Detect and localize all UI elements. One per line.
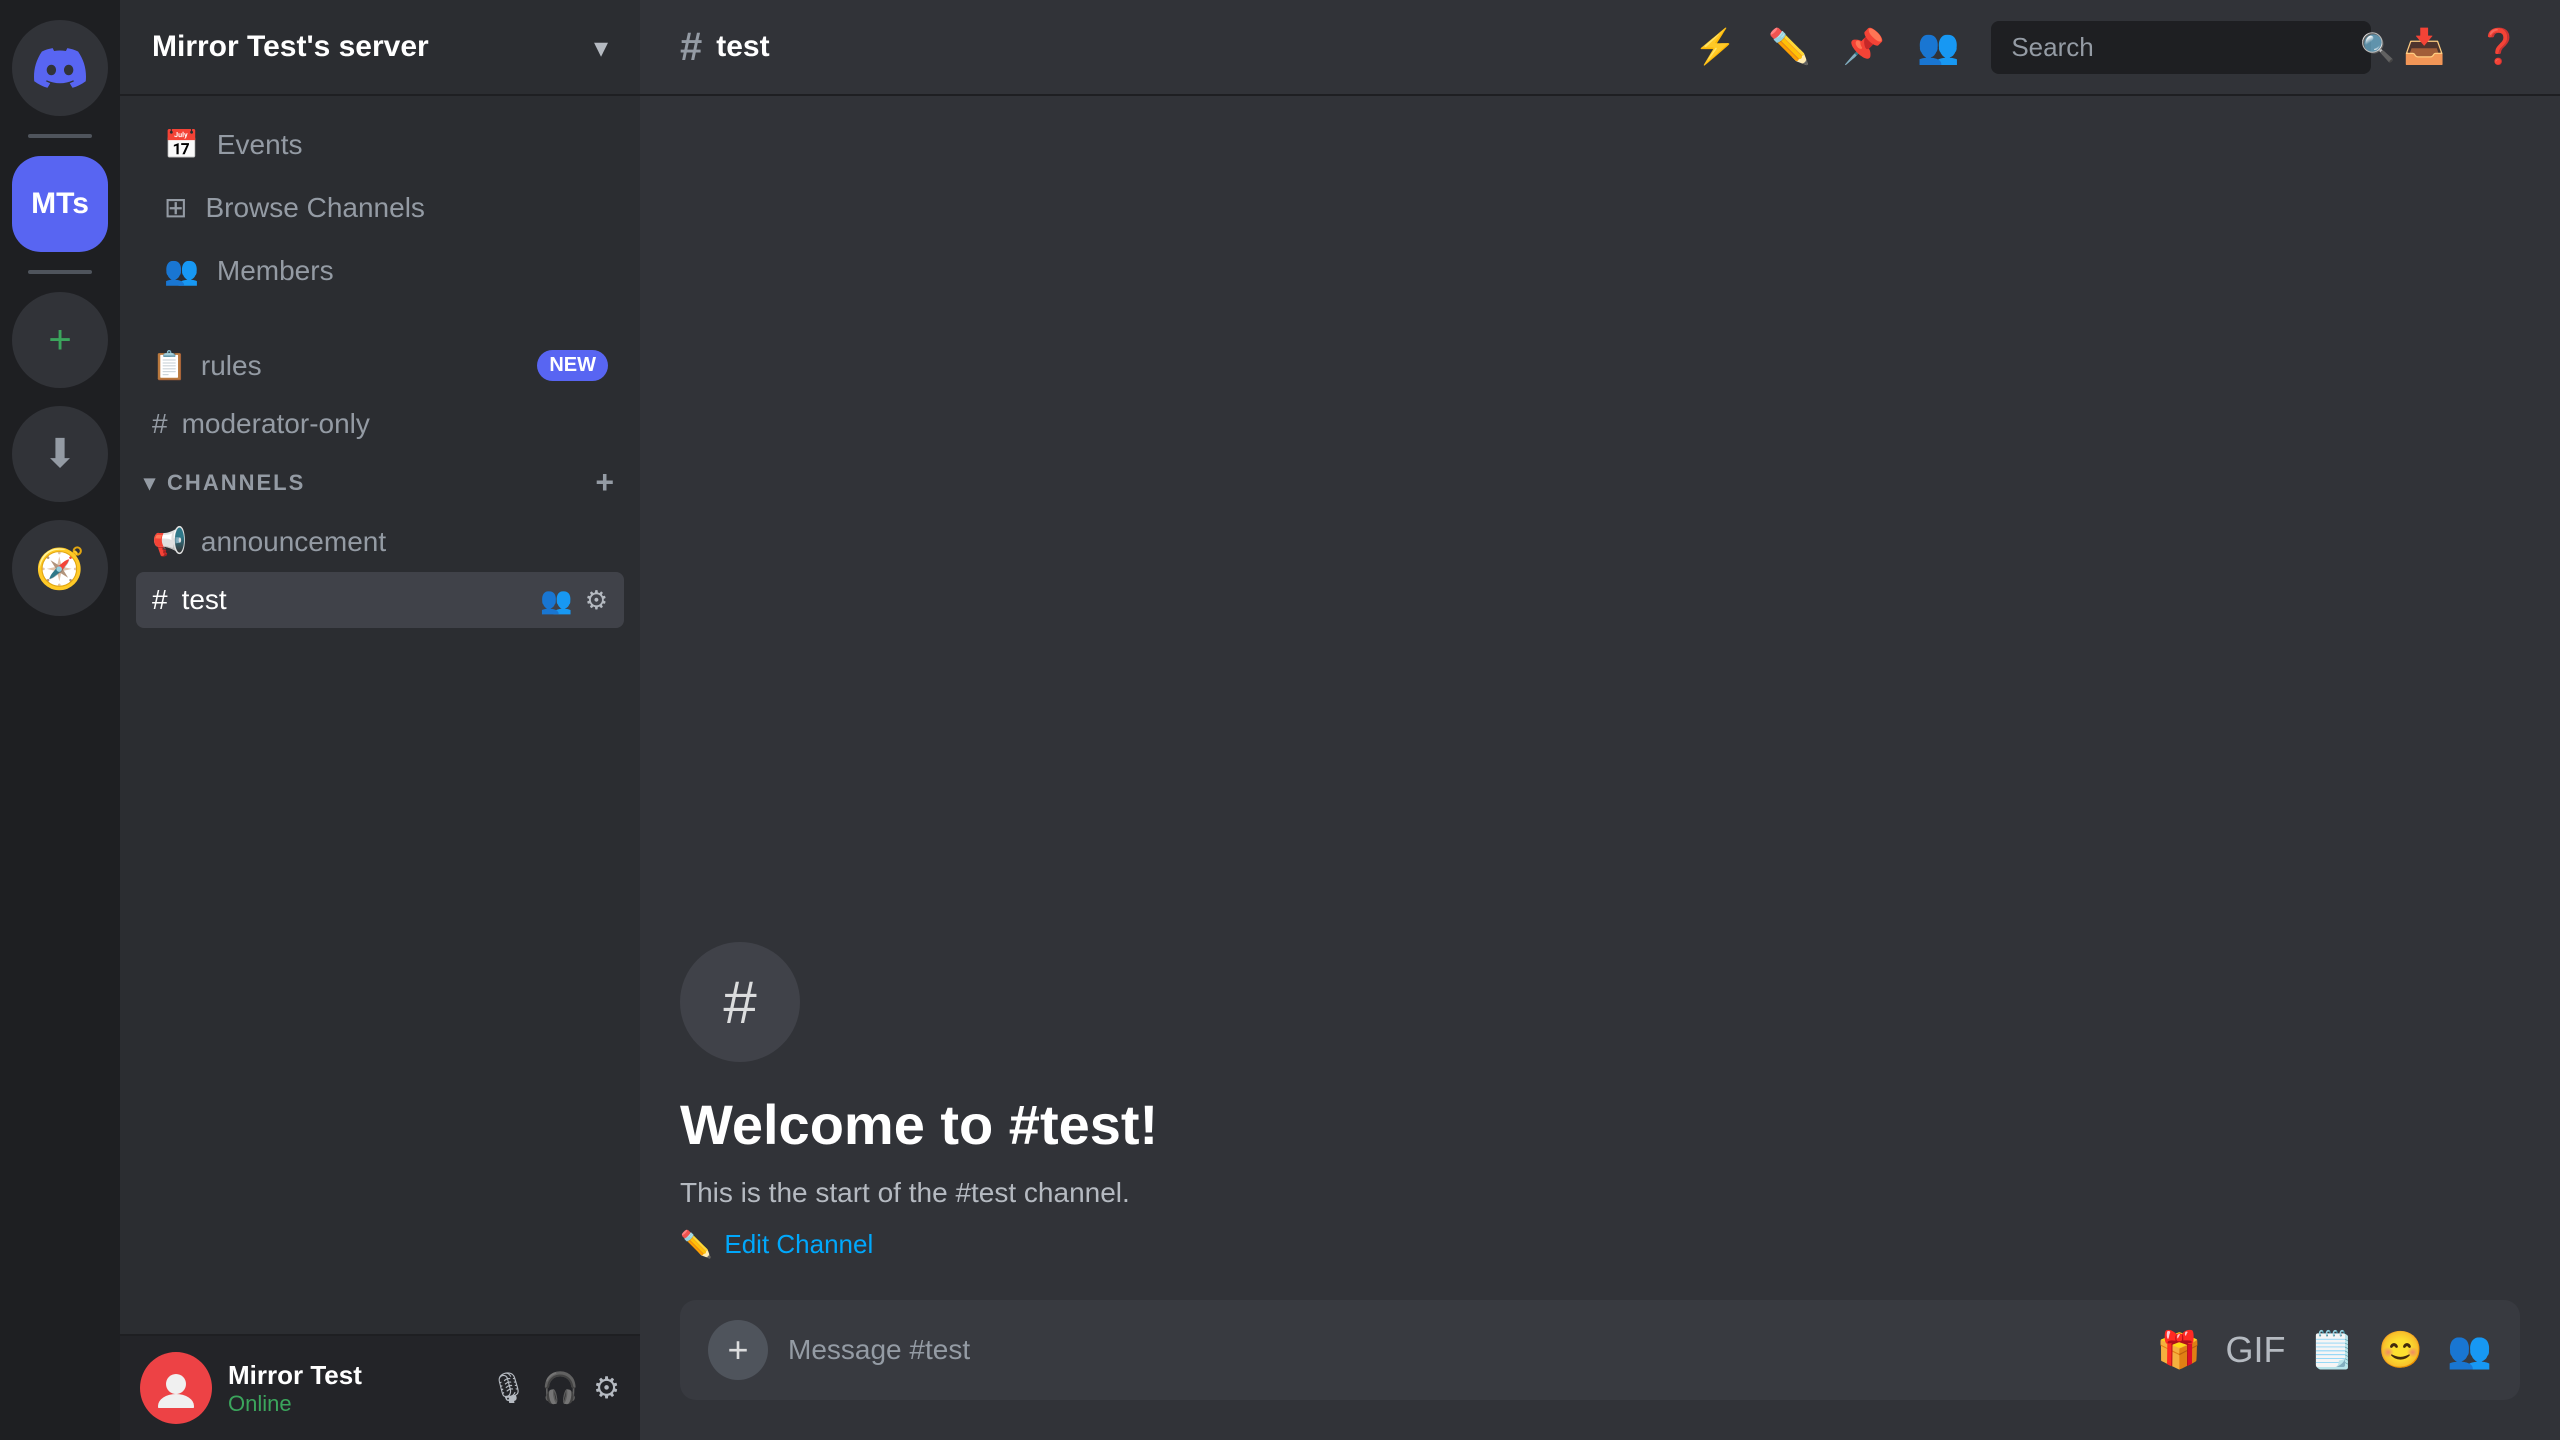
footer-status: Online (228, 1391, 474, 1417)
server-icon-mt[interactable]: MTs (12, 156, 108, 252)
help-icon[interactable]: ❓ (2478, 27, 2520, 67)
server-name-title: Mirror Test's server (152, 30, 578, 64)
channel-name-test: test (182, 584, 227, 616)
events-label: Events (217, 129, 303, 161)
server-initials: MTs (31, 187, 89, 221)
pin-icon[interactable]: 📌 (1843, 27, 1885, 67)
search-box[interactable]: 🔍 (1991, 21, 2371, 74)
channel-item-rules[interactable]: 📋 rules NEW (136, 337, 624, 394)
footer-username: Mirror Test (228, 1360, 474, 1391)
channel-actions: 👥 ⚙ (540, 585, 608, 616)
message-input-bar: + 🎁 GIF 🗒️ 😊 👥 (640, 1300, 2560, 1440)
rail-divider (28, 134, 92, 138)
download-button[interactable]: ⬇ (12, 406, 108, 502)
plus-icon: + (48, 318, 71, 363)
server-name-header[interactable]: Mirror Test's server ▾ (120, 0, 640, 96)
bolt-icon[interactable]: ⚡ (1694, 27, 1736, 67)
edit-channel-link[interactable]: ✏️ Edit Channel (680, 1229, 2520, 1260)
sidebar-item-events[interactable]: 📅 Events (136, 114, 624, 175)
app-container: MTs + ⬇ 🧭 Mirror Test's server ▾ 📅 Event… (0, 0, 2560, 1440)
inbox-icon[interactable]: 📥 (2403, 27, 2445, 67)
add-server-button[interactable]: + (12, 292, 108, 388)
header-actions: ⚡ ✏️ 📌 👥 🔍 📥 ❓ (1694, 21, 2520, 74)
hash-icon-test: # (152, 584, 168, 616)
pencil-icon[interactable]: ✏️ (1768, 27, 1810, 67)
browse-channels-label: Browse Channels (205, 192, 424, 224)
channel-header-name: test (716, 30, 769, 64)
invite-icon[interactable]: 👥 (540, 585, 572, 616)
welcome-icon: # (680, 942, 800, 1062)
search-input[interactable] (2011, 32, 2346, 63)
mute-icon[interactable]: 🎙 (490, 1371, 528, 1406)
members-header-icon[interactable]: 👥 (1917, 27, 1959, 67)
footer-actions: 🎙 🎧 ⚙ (490, 1371, 620, 1406)
rail-divider-2 (28, 270, 92, 274)
browse-icon: ⊞ (164, 191, 187, 224)
sidebar-item-members[interactable]: 👥 Members (136, 240, 624, 301)
category-label: CHANNELS (167, 470, 305, 496)
welcome-hash-icon: # (723, 968, 756, 1037)
user-avatar[interactable] (140, 1352, 212, 1424)
channel-list: 📋 rules NEW # moderator-only ▾ CHANNELS … (120, 319, 640, 630)
plus-attach-icon: + (727, 1329, 748, 1371)
welcome-description: This is the start of the #test channel. (680, 1177, 2520, 1209)
welcome-title: Welcome to #test! (680, 1092, 2520, 1157)
edit-channel-label: Edit Channel (724, 1229, 873, 1260)
settings-icon[interactable]: ⚙ (585, 585, 608, 616)
channel-sidebar: Mirror Test's server ▾ 📅 Events ⊞ Browse… (120, 0, 640, 1440)
chevron-down-icon: ▾ (594, 31, 608, 64)
members-icon: 👥 (164, 254, 199, 287)
channel-name-rules: rules (201, 350, 262, 382)
new-badge: NEW (537, 350, 608, 381)
pencil-edit-icon: ✏️ (680, 1229, 712, 1260)
emoji-icon[interactable]: 😊 (2378, 1329, 2423, 1371)
welcome-section: # Welcome to #test! This is the start of… (680, 942, 2520, 1260)
add-attachment-button[interactable]: + (708, 1320, 768, 1380)
user-settings-icon[interactable]: ⚙ (593, 1371, 620, 1406)
search-icon: 🔍 (2360, 31, 2395, 64)
megaphone-icon: 📢 (152, 525, 187, 558)
server-rail: MTs + ⬇ 🧭 (0, 0, 120, 1440)
compass-icon: 🧭 (35, 545, 85, 592)
user-info: Mirror Test Online (228, 1360, 474, 1417)
channel-hash-icon: # (680, 25, 702, 70)
channel-name-moderator-only: moderator-only (182, 408, 370, 440)
headset-icon[interactable]: 🎧 (542, 1371, 579, 1406)
members-label: Members (217, 255, 334, 287)
sidebar-footer: Mirror Test Online 🎙 🎧 ⚙ (120, 1334, 640, 1440)
sidebar-item-browse-channels[interactable]: ⊞ Browse Channels (136, 177, 624, 238)
sidebar-nav: 📅 Events ⊞ Browse Channels 👥 Members (120, 96, 640, 319)
add-channel-button[interactable]: + (595, 464, 616, 501)
main-content: # test ⚡ ✏️ 📌 👥 🔍 📥 ❓ # (640, 0, 2560, 1440)
rules-icon: 📋 (152, 349, 187, 382)
sticker-icon[interactable]: 🗒️ (2310, 1329, 2355, 1371)
hash-icon-mod: # (152, 408, 168, 440)
channel-item-test[interactable]: # test 👥 ⚙ (136, 572, 624, 628)
channel-category-channels[interactable]: ▾ CHANNELS + (136, 454, 624, 511)
channel-item-moderator-only[interactable]: # moderator-only (136, 396, 624, 452)
main-header: # test ⚡ ✏️ 📌 👥 🔍 📥 ❓ (640, 0, 2560, 96)
message-area: # Welcome to #test! This is the start of… (640, 96, 2560, 1300)
channel-item-announcement[interactable]: 📢 announcement (136, 513, 624, 570)
download-icon: ⬇ (43, 431, 77, 477)
channel-header: # test (680, 25, 770, 70)
message-input-actions: 🎁 GIF 🗒️ 😊 👥 (2157, 1329, 2492, 1371)
people-emoji-icon[interactable]: 👥 (2447, 1329, 2492, 1371)
discord-logo[interactable] (12, 20, 108, 116)
gif-icon[interactable]: GIF (2226, 1329, 2286, 1371)
message-text-input[interactable] (788, 1334, 2137, 1366)
channel-name-announcement: announcement (201, 526, 386, 558)
message-input-wrap: + 🎁 GIF 🗒️ 😊 👥 (680, 1300, 2520, 1400)
events-icon: 📅 (164, 128, 199, 161)
chevron-icon: ▾ (144, 470, 157, 496)
gift-icon[interactable]: 🎁 (2157, 1329, 2202, 1371)
discover-button[interactable]: 🧭 (12, 520, 108, 616)
